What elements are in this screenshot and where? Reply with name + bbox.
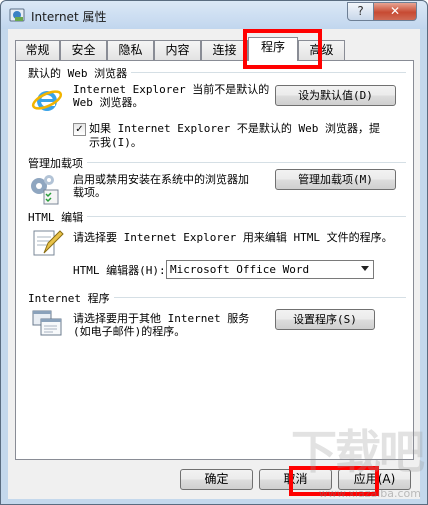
manage-addons-button[interactable]: 管理加载项(M) — [275, 169, 396, 190]
programs-tab-page: 默认的 Web 浏览器 Internet Explorer 当前不是默认的 We… — [15, 60, 414, 460]
chevron-down-icon — [361, 266, 369, 271]
tab-privacy[interactable]: 隐私 — [107, 40, 154, 60]
internet-programs-desc-1: 请选择要用于其他 Internet 服务 — [73, 312, 250, 325]
prompt-default-label-2: 示我(I)。 — [89, 136, 142, 149]
internet-programs-title: Internet 程序 — [28, 290, 114, 306]
tab-content[interactable]: 内容 — [154, 40, 201, 60]
html-editor-selected: Microsoft Office Word — [170, 263, 310, 276]
html-editor-select[interactable]: Microsoft Office Word — [166, 260, 374, 279]
prompt-default-label-1: 如果 Internet Explorer 不是默认的 Web 浏览器，提 — [89, 122, 380, 135]
close-button[interactable]: ✕ — [373, 2, 417, 21]
make-default-button[interactable]: 设为默认值(D) — [275, 85, 396, 106]
ie-logo-icon — [31, 90, 63, 111]
prompt-default-checkbox[interactable]: ✓ — [73, 123, 86, 136]
tab-security[interactable]: 安全 — [60, 40, 107, 60]
internet-options-icon — [9, 8, 25, 22]
manage-addons-desc-1: 启用或禁用安装在系统中的浏览器加 — [73, 173, 249, 186]
highlight-box-tab — [243, 29, 322, 69]
set-programs-button[interactable]: 设置程序(S) — [275, 309, 375, 330]
help-button[interactable]: ? — [347, 2, 374, 21]
ok-button[interactable]: 确定 — [180, 469, 253, 490]
tab-strip: 常规 安全 隐私 内容 连接 程序 高级 — [15, 37, 415, 61]
default-browser-desc-2: Web 浏览器。 — [73, 96, 144, 109]
default-browser-desc-1: Internet Explorer 当前不是默认的 — [73, 83, 270, 96]
internet-programs-desc-2: (如电子邮件)的程序。 — [73, 325, 186, 338]
tab-connections[interactable]: 连接 — [201, 40, 248, 60]
watermark-url: www.xiazaiba.com — [318, 487, 421, 500]
manage-addons-desc-2: 载项。 — [73, 186, 106, 199]
windows-programs-icon — [32, 310, 62, 336]
gears-checklist-icon — [31, 175, 59, 205]
title-bar: Internet 属性 ? ✕ — [1, 1, 427, 29]
html-editor-label: HTML 编辑器(H): — [73, 264, 166, 277]
default-browser-title: 默认的 Web 浏览器 — [28, 65, 132, 81]
html-editing-title: HTML 编辑 — [28, 209, 88, 225]
manage-addons-title: 管理加载项 — [28, 155, 87, 171]
internet-properties-window: Internet 属性 ? ✕ 常规 安全 隐私 内容 连接 程序 高级 默认的… — [0, 0, 428, 505]
window-title: Internet 属性 — [31, 10, 107, 24]
watermark-logo: 下载吧 — [291, 425, 425, 479]
tab-general[interactable]: 常规 — [15, 40, 60, 60]
document-pen-icon — [33, 230, 64, 256]
html-editing-desc: 请选择要 Internet Explorer 用来编辑 HTML 文件的程序。 — [73, 231, 393, 244]
